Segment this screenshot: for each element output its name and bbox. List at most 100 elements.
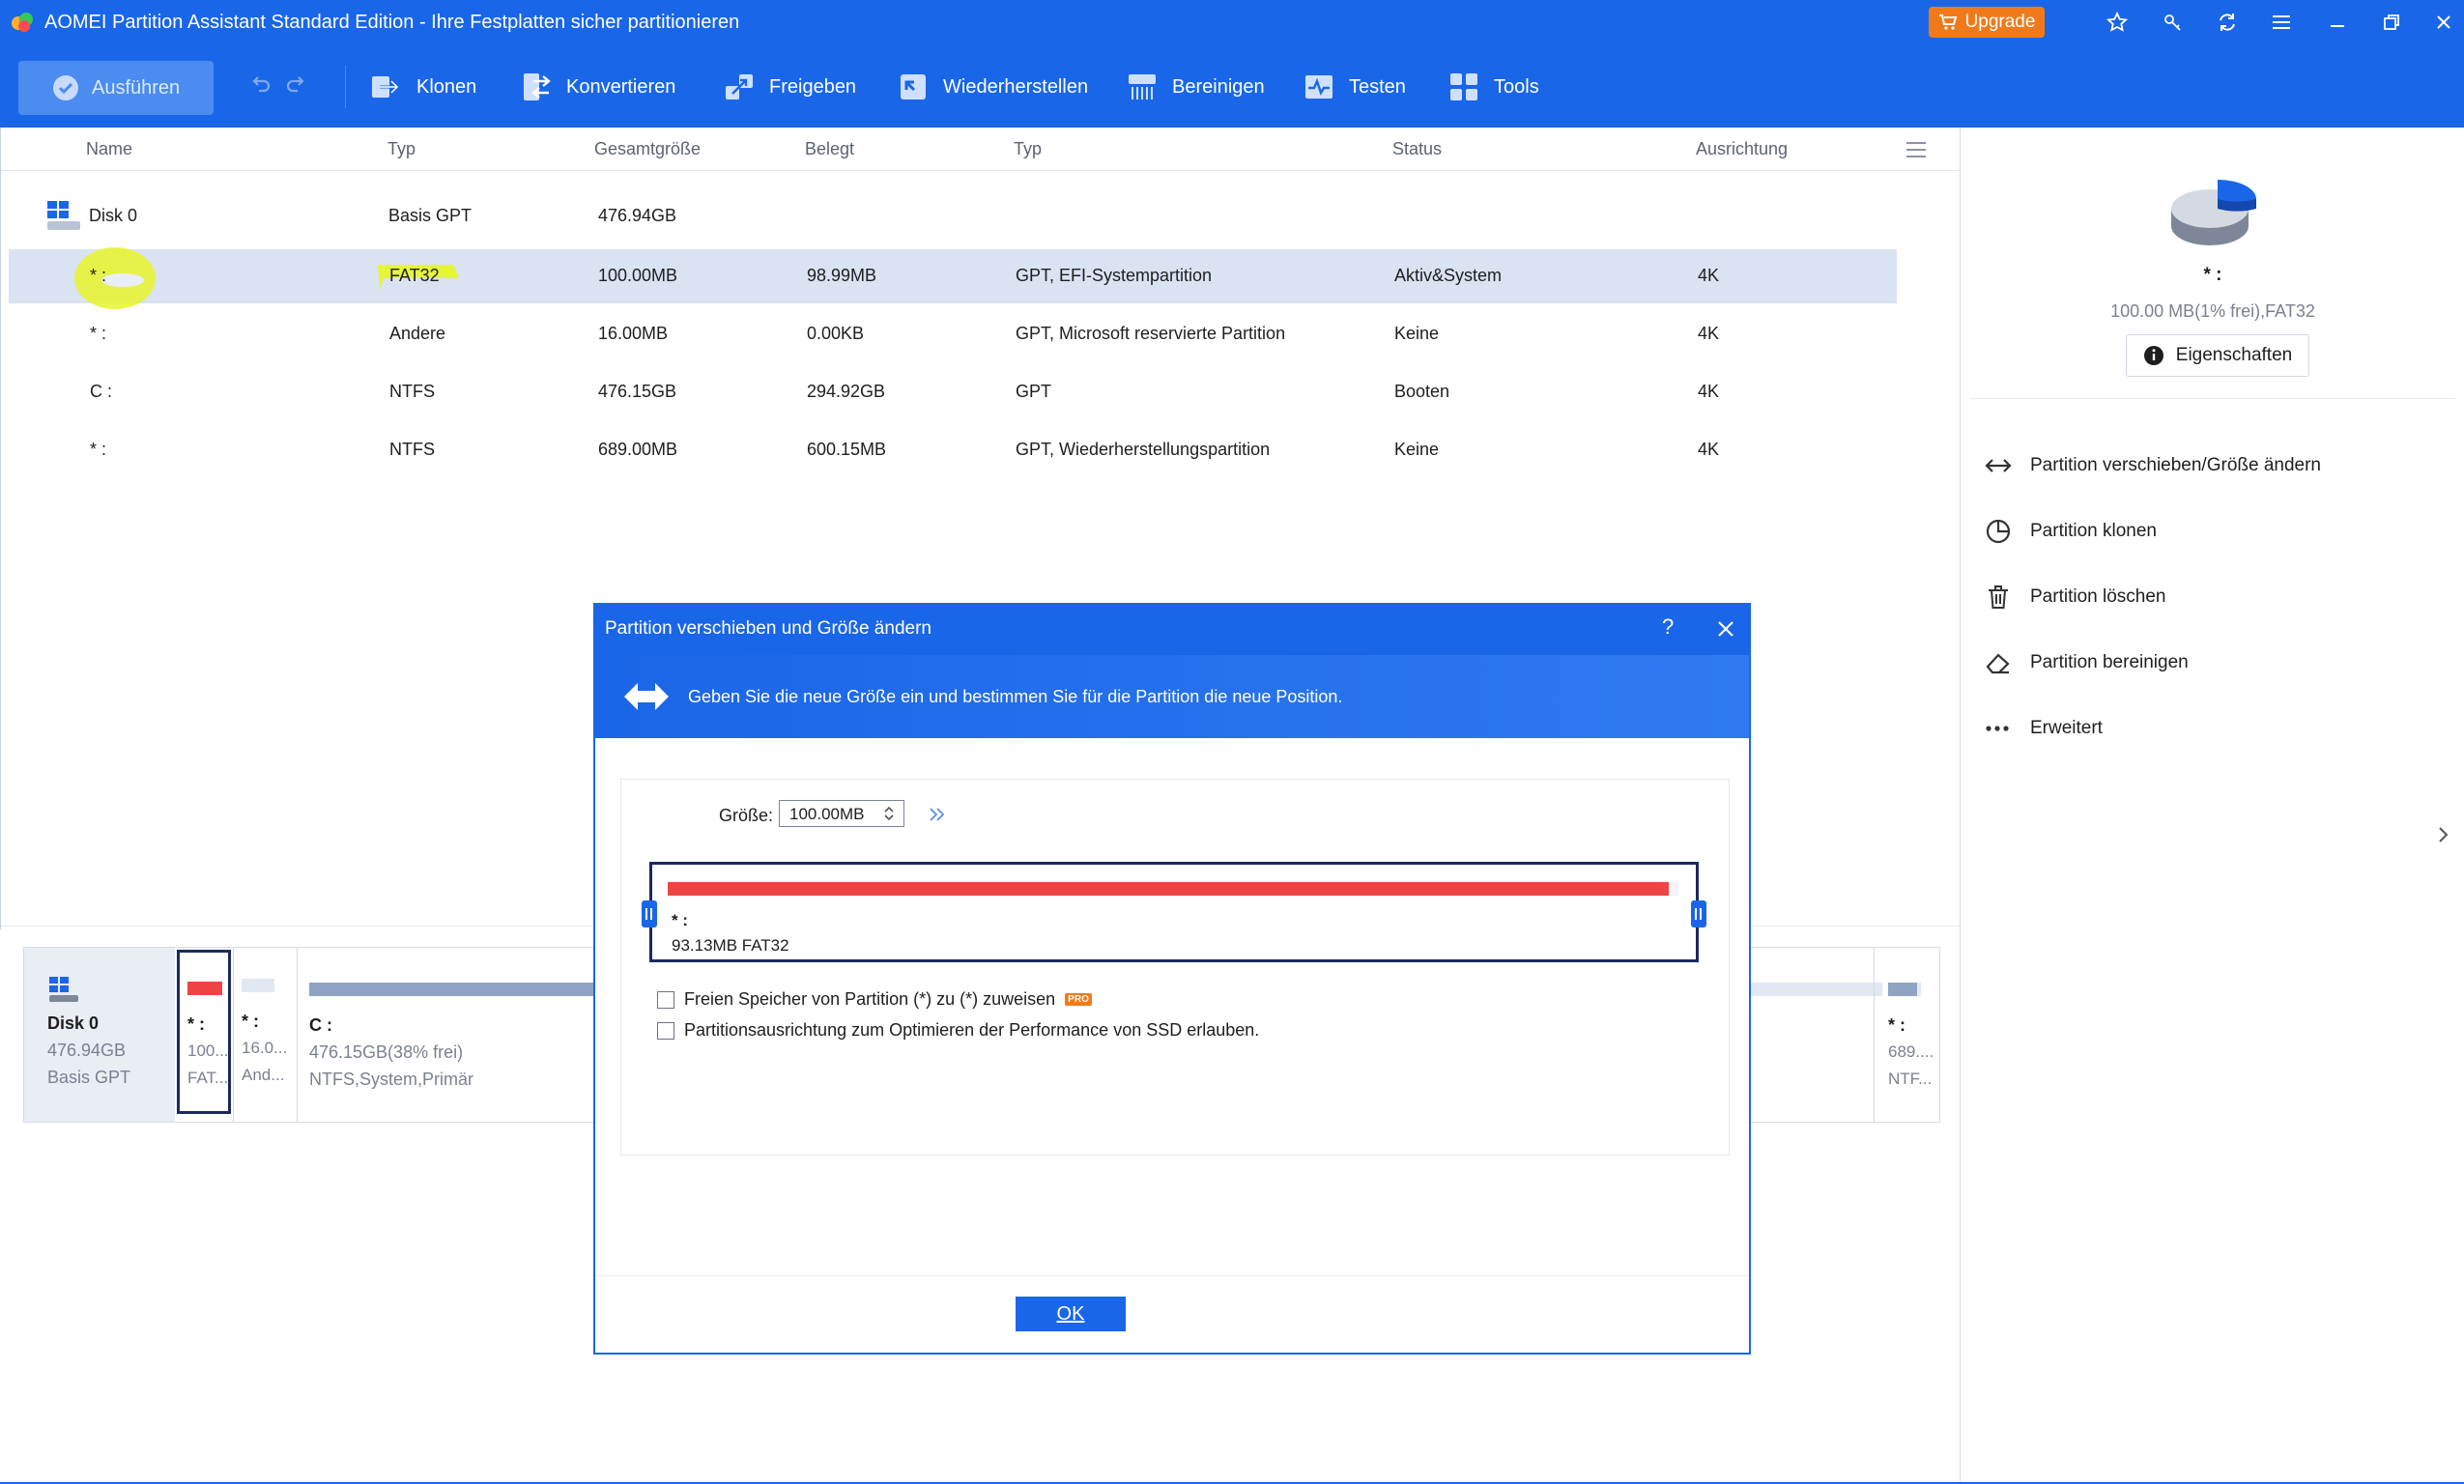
diskmap-disk-size: 476.94GB (47, 1041, 127, 1060)
partition-fs: NTFS,System,Primär (309, 1070, 474, 1089)
disk-total: 476.94GB (598, 206, 677, 225)
toolbar-test[interactable]: Testen (1303, 70, 1406, 104)
toolbar-free-up[interactable]: Freigeben (723, 70, 856, 104)
size-input[interactable]: 100.00MB (779, 800, 904, 827)
partition-resize-bar[interactable]: * : 93.13MB FAT32 (649, 862, 1699, 962)
op-delete-partition[interactable]: Partition löschen (1984, 578, 2165, 616)
partition-name: * : (242, 1012, 259, 1031)
toolbar-clone-label: Klonen (416, 75, 477, 98)
chevron-right-icon[interactable] (2436, 825, 2450, 844)
undo-icon (252, 76, 271, 93)
row-name: * : (90, 324, 107, 343)
op-wipe-partition[interactable]: Partition bereinigen (1984, 643, 2189, 682)
favorite-star-button[interactable] (2103, 8, 2132, 37)
star-icon (2106, 11, 2129, 32)
free-up-icon (726, 74, 753, 100)
allocate-free-space-checkbox[interactable] (657, 990, 674, 1009)
info-icon (2143, 346, 2163, 365)
col-alignment[interactable]: Ausrichtung (1696, 139, 1788, 159)
close-icon (2437, 15, 2450, 29)
row-used: 0.00KB (807, 324, 865, 343)
column-settings-icon[interactable] (1905, 139, 1928, 160)
right-resize-handle[interactable] (1691, 900, 1706, 928)
partition-fs: FAT... (187, 1069, 229, 1087)
row-name: * : (90, 440, 107, 459)
ok-button[interactable]: OK (1016, 1297, 1126, 1331)
op-clone-partition[interactable]: Partition klonen (1984, 512, 2157, 551)
diskmap-disk-info[interactable]: Disk 0 476.94GB Basis GPT (24, 948, 175, 1122)
toolbar-tools[interactable]: Tools (1447, 70, 1539, 104)
op-resize-partition[interactable]: Partition verschieben/Größe ändern (1984, 446, 2321, 485)
table-row[interactable]: * : Andere 16.00MB 0.00KB GPT, Microsoft… (9, 307, 1897, 361)
diskmap-partition[interactable]: * : 100... FAT... (177, 950, 231, 1114)
size-value: 100.00MB (789, 805, 865, 823)
allocate-free-space-option[interactable]: Freien Speicher von Partition (*) zu (*)… (657, 989, 1092, 1010)
table-row[interactable]: * : NTFS 689.00MB 600.15MB GPT, Wiederhe… (9, 423, 1897, 477)
apply-label: Ausführen (92, 76, 181, 99)
upgrade-button[interactable]: Upgrade (1929, 7, 2045, 38)
ssd-alignment-option[interactable]: Partitionsausrichtung zum Optimieren der… (657, 1020, 1259, 1041)
disk-icon (49, 977, 78, 1002)
apply-button[interactable]: Ausführen (18, 61, 214, 115)
toolbar-clone[interactable]: Klonen (370, 70, 476, 104)
left-resize-handle[interactable] (642, 900, 657, 928)
ssd-alignment-checkbox[interactable] (657, 1021, 674, 1040)
col-total[interactable]: Gesamtgröße (594, 139, 701, 159)
row-ptype: GPT (1016, 382, 1052, 401)
menu-button[interactable] (2267, 8, 2296, 37)
row-name: * : (90, 266, 107, 285)
dialog-title: Partition verschieben und Größe ändern (605, 618, 931, 639)
title-bar: AOMEI Partition Assistant Standard Editi… (0, 0, 2464, 44)
key-icon (2164, 14, 2181, 31)
disk-row[interactable]: Disk 0 Basis GPT 476.94GB (9, 189, 1897, 243)
restore-button[interactable] (2377, 8, 2406, 37)
col-type[interactable]: Typ (1014, 139, 1042, 159)
dialog-close-icon[interactable] (1716, 619, 1735, 639)
toolbar-convert-label: Konvertieren (566, 75, 676, 98)
toolbar-wipe[interactable]: Bereinigen (1126, 70, 1265, 104)
properties-button[interactable]: Eigenschaften (2126, 334, 2309, 377)
toolbar-free-up-label: Freigeben (769, 75, 857, 98)
op-advanced[interactable]: Erweitert (1984, 709, 2103, 748)
undo-button[interactable] (247, 73, 272, 99)
row-total: 476.15GB (598, 382, 677, 401)
partition-size: 100... (187, 1042, 229, 1060)
partition-fs: And... (242, 1066, 285, 1084)
toolbar-convert[interactable]: Konvertieren (520, 70, 675, 104)
hamburger-icon (2273, 15, 2290, 29)
refresh-button[interactable] (2213, 8, 2242, 37)
row-ptype: GPT, Microsoft reservierte Partition (1016, 324, 1286, 343)
recover-icon (901, 74, 926, 100)
partition-size: 16.0... (242, 1039, 288, 1057)
partition-size: 689.... (1888, 1042, 1934, 1061)
op-clone-label: Partition klonen (2030, 521, 2157, 541)
col-status[interactable]: Status (1392, 139, 1442, 159)
toolbar-test-label: Testen (1349, 75, 1406, 98)
toolbar-tools-label: Tools (1494, 75, 1539, 98)
col-fs[interactable]: Typ (387, 139, 415, 159)
minimize-button[interactable] (2323, 8, 2352, 37)
clone-icon (372, 76, 400, 98)
disk-name: Disk 0 (89, 206, 138, 225)
table-row[interactable]: C : NTFS 476.15GB 294.92GB GPT Booten 4K (9, 365, 1897, 419)
col-name[interactable]: Name (86, 139, 132, 159)
dialog-banner: Geben Sie die neue Größe ein und bestimm… (595, 655, 1749, 738)
key-button[interactable] (2159, 8, 2188, 37)
col-used[interactable]: Belegt (805, 139, 854, 159)
row-used: 98.99MB (807, 266, 877, 285)
row-status: Keine (1394, 440, 1440, 459)
close-button[interactable] (2429, 8, 2458, 37)
table-row[interactable]: * : FAT32 100.00MB 98.99MB GPT, EFI-Syst… (9, 247, 1897, 309)
spinner-arrows-icon[interactable] (882, 805, 896, 822)
dialog-help-button[interactable]: ? (1662, 614, 1674, 640)
redo-button[interactable] (284, 73, 309, 99)
diskmap-partition[interactable]: * : 16.0... And... (234, 950, 287, 1114)
highlight-marker (74, 247, 156, 309)
expand-double-chevron-icon[interactable] (928, 806, 947, 823)
row-align: 4K (1698, 382, 1720, 401)
usage-bar (1888, 983, 1921, 996)
toolbar-recover[interactable]: Wiederherstellen (897, 70, 1088, 104)
diskmap-partition[interactable]: * : 689.... NTF... (1875, 950, 1936, 1114)
toolbar-wipe-label: Bereinigen (1172, 75, 1265, 98)
selected-partition-name: * : (2203, 265, 2222, 285)
